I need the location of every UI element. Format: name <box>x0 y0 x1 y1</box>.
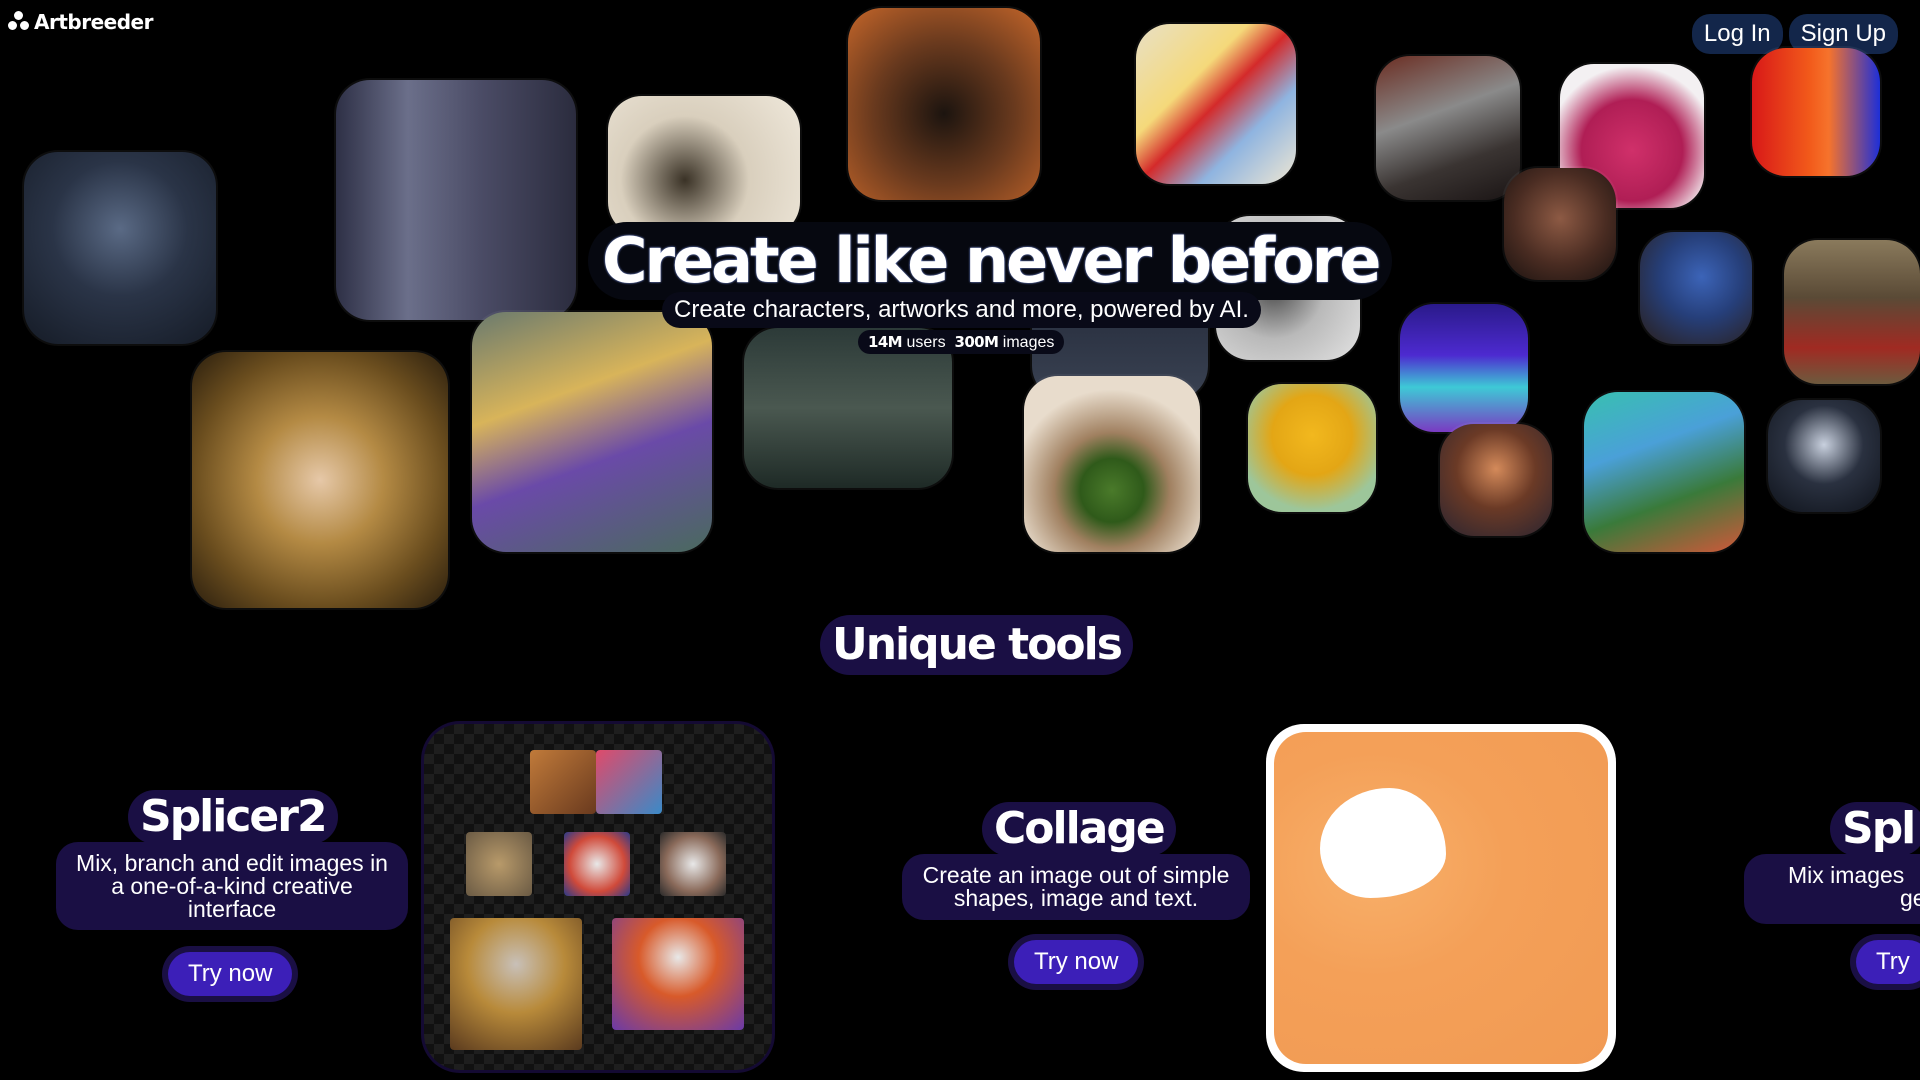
tool-description-splicer2: Mix, branch and edit images in a one-of-… <box>56 842 408 930</box>
hero-subtitle: Create characters, artworks and more, po… <box>662 292 1261 328</box>
splicer-child-image-3[interactable] <box>660 832 726 896</box>
splicer-result-image-2[interactable] <box>612 918 744 1030</box>
gallery-image-man-portrait[interactable] <box>1504 168 1616 280</box>
tool-description-collage: Create an image out of simple shapes, im… <box>902 854 1250 920</box>
tool-name-collage: Collage <box>982 802 1176 856</box>
gallery-image-yellow-glasses[interactable] <box>1248 384 1376 512</box>
images-label: images <box>1002 334 1055 351</box>
gallery-image-woman-orange-coat[interactable] <box>1752 48 1880 176</box>
images-count: 300M <box>954 333 999 351</box>
gallery-image-bowling-moss[interactable] <box>1024 376 1200 552</box>
tool-name-splicer2: Splicer2 <box>128 790 338 844</box>
gallery-image-ink-couple[interactable] <box>608 96 800 236</box>
users-count: 14M <box>868 333 903 351</box>
gallery-image-window-woman[interactable] <box>336 80 576 320</box>
splicer-demo-panel[interactable] <box>424 724 772 1070</box>
splicer-parent-image-2[interactable] <box>596 750 662 814</box>
section-title-unique-tools: Unique tools <box>820 615 1133 675</box>
logo[interactable]: Artbreeder <box>8 10 153 34</box>
hero-title: Create like never before <box>588 222 1393 300</box>
try-button-cutoff[interactable]: Try <box>1856 940 1920 984</box>
splicer-result-image-1[interactable] <box>450 918 582 1050</box>
gallery-image-woman-red-dress[interactable] <box>1784 240 1920 384</box>
tool-name-cutoff: Spl <box>1830 802 1920 856</box>
try-now-button-splicer2[interactable]: Try now <box>168 952 293 996</box>
tool-description-cutoff-line2: ge <box>1900 885 1920 911</box>
users-label: users <box>906 334 946 351</box>
gallery-image-masked-figure[interactable] <box>1768 400 1880 512</box>
gallery-image-bear-portrait[interactable] <box>24 152 216 344</box>
gallery-image-blue-figure[interactable] <box>1640 232 1752 344</box>
gallery-image-golden-knight[interactable] <box>472 312 712 552</box>
collage-orange-background <box>1274 732 1608 1064</box>
artbreeder-logo-icon <box>8 11 30 33</box>
hero-stats: 14M users 300M images <box>858 330 1065 354</box>
try-now-button-collage[interactable]: Try now <box>1014 940 1139 984</box>
login-button[interactable]: Log In <box>1691 14 1783 54</box>
gallery-image-golden-woman[interactable] <box>192 352 448 608</box>
gallery-image-abstract-red[interactable] <box>1136 24 1296 184</box>
gallery-image-blue-robots[interactable] <box>1400 304 1528 432</box>
logo-text: Artbreeder <box>34 10 153 34</box>
tool-description-cutoff: Mix images ge <box>1744 854 1920 924</box>
gallery-image-collage-portrait[interactable] <box>1376 56 1520 200</box>
splicer-parent-image-1[interactable] <box>530 750 596 814</box>
gallery-image-garden-robot[interactable] <box>1584 392 1744 552</box>
gallery-image-woman-flowers[interactable] <box>1440 424 1552 536</box>
collage-demo-canvas[interactable] <box>1266 724 1616 1072</box>
gallery-image-yellow-eyed-creature[interactable] <box>848 8 1040 200</box>
splicer-child-image-2[interactable] <box>564 832 630 896</box>
splicer-child-image-1[interactable] <box>466 832 532 896</box>
